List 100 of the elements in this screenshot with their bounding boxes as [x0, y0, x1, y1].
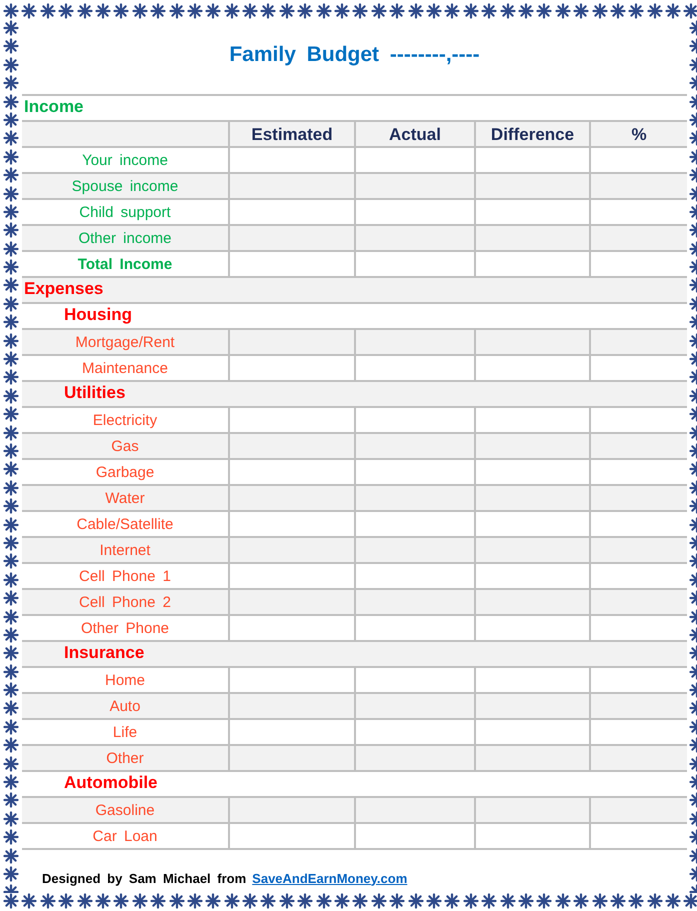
row-label: Gas [110, 437, 140, 457]
asterisk-icon [3, 296, 19, 312]
asterisk-icon [3, 848, 19, 864]
row-label: Cable/Satellite [76, 515, 174, 535]
asterisk-icon [573, 893, 590, 909]
row-label: Spouse income [70, 177, 180, 197]
asterisk-icon [628, 3, 644, 19]
asterisk-icon [500, 893, 516, 909]
asterisk-icon [3, 94, 19, 110]
category-heading: Insurance [64, 642, 144, 664]
asterisk-icon [205, 3, 222, 19]
row-label: Child support [78, 203, 172, 223]
asterisk-icon [40, 893, 56, 909]
asterisk-icon [592, 893, 608, 909]
asterisk-icon [610, 893, 626, 909]
asterisk-icon [3, 222, 19, 238]
asterisk-icon [94, 3, 111, 19]
asterisk-icon [297, 893, 314, 909]
asterisk-icon [3, 810, 19, 827]
asterisk-icon [3, 406, 19, 422]
asterisk-icon [370, 893, 387, 909]
asterisk-icon [3, 148, 19, 165]
asterisk-icon [3, 240, 19, 257]
asterisk-icon [426, 3, 442, 19]
row-label: Other income [77, 229, 173, 249]
row-label: Water [104, 489, 146, 509]
asterisk-icon [3, 75, 19, 92]
asterisk-icon [168, 893, 185, 909]
asterisk-icon [554, 893, 571, 909]
asterisk-icon [3, 590, 19, 606]
asterisk-icon [389, 893, 406, 909]
asterisk-icon [3, 167, 19, 184]
row-label: Total Income [76, 255, 174, 275]
asterisk-icon [40, 3, 56, 19]
row-label: Auto [108, 697, 142, 717]
asterisk-icon [3, 737, 19, 754]
asterisk-icon [21, 3, 38, 19]
asterisk-icon [665, 3, 682, 19]
asterisk-icon [3, 626, 19, 643]
asterisk-icon [352, 893, 368, 909]
asterisk-icon [3, 480, 19, 496]
row-label: Mortgage/Rent [74, 333, 176, 353]
asterisk-icon [186, 893, 203, 909]
row-label: Garbage [94, 463, 156, 483]
asterisk-icon [260, 893, 276, 909]
asterisk-icon [224, 893, 240, 909]
asterisk-icon [316, 3, 332, 19]
asterisk-icon [113, 3, 130, 19]
row-label: Other Phone [80, 619, 170, 639]
website-link[interactable]: SaveAndEarnMoney.com [252, 868, 408, 888]
asterisk-icon [3, 534, 19, 551]
asterisk-icon [150, 3, 166, 19]
asterisk-icon [76, 893, 93, 909]
asterisk-icon [3, 112, 19, 128]
asterisk-icon [3, 700, 19, 716]
asterisk-icon [426, 893, 442, 909]
asterisk-icon [389, 3, 406, 19]
asterisk-icon [3, 608, 19, 624]
asterisk-icon [132, 893, 148, 909]
asterisk-icon [113, 893, 130, 909]
asterisk-icon [3, 829, 19, 846]
asterisk-icon [58, 3, 74, 19]
asterisk-icon [518, 3, 534, 19]
row-label: Life [112, 723, 138, 743]
asterisk-icon [3, 186, 19, 202]
asterisk-icon [224, 3, 240, 19]
row-label: Electricity [92, 411, 158, 431]
asterisk-icon [3, 516, 19, 533]
asterisk-icon [665, 893, 682, 909]
asterisk-icon [334, 3, 350, 19]
asterisk-icon [150, 893, 166, 909]
asterisk-icon [205, 893, 222, 909]
column-header: Actual [354, 122, 474, 146]
asterisk-icon [3, 388, 19, 404]
asterisk-icon [76, 3, 93, 19]
asterisk-icon [592, 3, 608, 19]
asterisk-icon [3, 314, 19, 330]
section-heading: Income [23, 96, 84, 118]
asterisk-icon [610, 3, 626, 19]
asterisk-icon [444, 893, 460, 909]
asterisk-icon [316, 893, 332, 909]
asterisk-icon [646, 3, 663, 19]
asterisk-icon [3, 332, 19, 349]
column-header: Difference [474, 122, 589, 146]
page-title: Family Budget --------,---- [229, 42, 480, 68]
row-label: Cell Phone 2 [78, 593, 172, 613]
row-label: Your income [81, 151, 169, 171]
asterisk-icon [500, 3, 516, 19]
row-label: Internet [98, 541, 152, 561]
asterisk-icon [3, 718, 19, 735]
asterisk-icon [518, 893, 534, 909]
asterisk-icon [573, 3, 590, 19]
asterisk-icon [3, 682, 19, 698]
asterisk-icon [3, 369, 19, 386]
asterisk-icon [3, 442, 19, 459]
asterisk-icon [3, 553, 19, 570]
asterisk-icon [481, 3, 498, 19]
row-label: Gasoline [94, 801, 156, 821]
asterisk-icon [444, 3, 460, 19]
asterisk-icon [186, 3, 203, 19]
